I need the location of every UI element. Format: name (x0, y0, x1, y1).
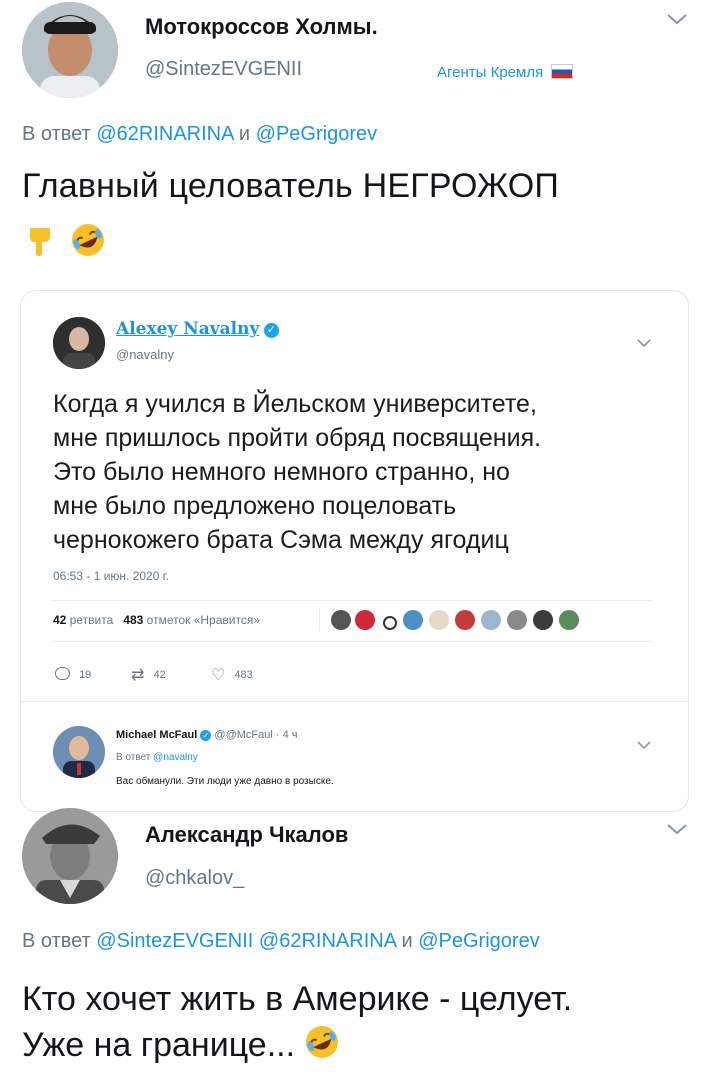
tweet-emojis (24, 222, 106, 258)
point-down-icon (30, 228, 50, 256)
mention-link[interactable]: @62RINARINA (259, 930, 396, 952)
retweet-count: 42 (153, 669, 166, 681)
text-line: чернокожего брата Сэма между ягодиц (53, 526, 509, 554)
chevron-down-icon[interactable] (636, 335, 652, 353)
reply-text: Вас обманули. Эти люди уже давно в розыс… (116, 776, 334, 787)
divider (21, 701, 688, 702)
chevron-down-icon[interactable] (666, 12, 688, 31)
avatar[interactable] (22, 808, 118, 904)
text-line: Уже на границе... (22, 1026, 296, 1064)
avatar[interactable] (53, 317, 105, 369)
handle[interactable]: @chkalov_ (145, 867, 244, 890)
tweet-text: Кто хочет жить в Америке - целует. Уже н… (22, 976, 572, 1068)
reply-context: В ответ @62RINARINA и @PeGrigorev (22, 123, 377, 146)
verified-icon: ✓ (200, 730, 212, 741)
mention-link[interactable]: @PeGrigorev (418, 930, 539, 952)
liker-avatar[interactable] (331, 610, 351, 630)
retweet-count[interactable]: 42 (53, 613, 66, 627)
reply-prefix: В ответ (116, 752, 151, 763)
divider (53, 641, 653, 642)
avatar-photo (22, 2, 118, 98)
russia-flag-icon (551, 64, 574, 79)
handle[interactable]: @SintezEVGENII (145, 58, 302, 81)
badge-label: Агенты Кремля (437, 64, 544, 81)
text-line: Это было немного немного странно, но (53, 458, 510, 486)
reply-prefix: В ответ (22, 123, 91, 145)
avatar[interactable] (22, 2, 118, 98)
liker-avatars[interactable] (331, 610, 631, 632)
text-line-2: Уже на границе... (22, 1022, 572, 1068)
display-name[interactable]: Александр Чкалов (145, 822, 348, 848)
avatar-photo (53, 726, 105, 778)
like-count: 483 (234, 669, 253, 681)
retweet-action[interactable]: ⇄ 42 (131, 665, 166, 685)
engagement-stats: 42 ретвита 483 отметок «Нравится» (53, 613, 260, 627)
mention-link[interactable]: @62RINARINA (96, 123, 233, 145)
liker-avatar[interactable] (429, 610, 449, 630)
reply-action[interactable]: 19 (55, 667, 91, 681)
chevron-down-icon[interactable] (636, 737, 652, 755)
reply-time[interactable]: · 4 ч (276, 729, 298, 741)
timestamp[interactable]: 06:53 - 1 июн. 2020 г. (53, 569, 169, 583)
verified-icon: ✓ (263, 323, 279, 338)
mention-link[interactable]: @PeGrigorev (256, 123, 377, 145)
liker-avatar[interactable] (533, 610, 553, 630)
liker-avatar[interactable] (559, 610, 579, 630)
retweet-icon: ⇄ (131, 667, 145, 684)
text-line: мне пришлось пройти обряд посвящения. (53, 424, 542, 452)
embedded-tweet-screenshot[interactable]: Alexey Navalny ✓ @navalny Когда я учился… (20, 290, 689, 812)
display-name-row: Alexey Navalny ✓ (116, 319, 279, 339)
display-name[interactable]: Alexey Navalny (116, 319, 259, 339)
text-line: мне было предложено поцеловать (53, 492, 457, 520)
reply-count: 19 (79, 669, 92, 681)
reply-header: Michael McFaul ✓ @@McFaul · 4 ч (116, 729, 298, 741)
liker-avatar[interactable] (455, 610, 475, 630)
reply-and: и (238, 123, 251, 145)
display-name[interactable]: Мотокроссов Холмы. (145, 14, 378, 40)
handle[interactable]: @@McFaul (214, 729, 272, 741)
reply-context: В ответ @SintezEVGENII @62RINARINA и @Pe… (22, 930, 540, 953)
rofl-icon (306, 1026, 339, 1058)
vertical-divider (319, 607, 320, 631)
mention-link[interactable]: @navalny (153, 752, 198, 763)
avatar[interactable] (53, 726, 105, 778)
display-name[interactable]: Michael McFaul (116, 729, 197, 741)
kremlin-agents-badge: Агенты Кремля (437, 64, 574, 81)
retweet-label: ретвита (69, 613, 114, 627)
liker-avatar[interactable] (383, 616, 397, 630)
embedded-tweet-text: Когда я учился в Йельском университете, … (53, 387, 541, 557)
heart-icon: ♡ (211, 667, 226, 684)
like-action[interactable]: ♡ 483 (211, 665, 253, 685)
avatar-photo (22, 808, 118, 904)
reply-prefix: В ответ (22, 930, 91, 952)
chevron-down-icon[interactable] (666, 822, 688, 841)
reply-and: и (401, 930, 413, 952)
reply-icon (55, 667, 70, 680)
rofl-icon (72, 224, 105, 256)
liker-avatar[interactable] (507, 610, 527, 630)
mention-link[interactable]: @SintezEVGENII (96, 930, 253, 952)
tweet-text: Главный целователь НЕГРОЖОП (22, 167, 559, 205)
liker-avatar[interactable] (481, 610, 501, 630)
like-label: отметок «Нравится» (146, 613, 261, 627)
avatar-photo (53, 317, 105, 369)
text-line: Кто хочет жить в Америке - целует. (22, 980, 573, 1018)
divider (53, 600, 653, 601)
liker-avatar[interactable] (355, 610, 375, 630)
text-line: Когда я учился в Йельском университете, (53, 390, 537, 418)
liker-avatar[interactable] (403, 610, 423, 630)
reply-context: В ответ @navalny (116, 752, 198, 763)
like-count[interactable]: 483 (123, 613, 143, 627)
handle[interactable]: @navalny (116, 347, 174, 362)
